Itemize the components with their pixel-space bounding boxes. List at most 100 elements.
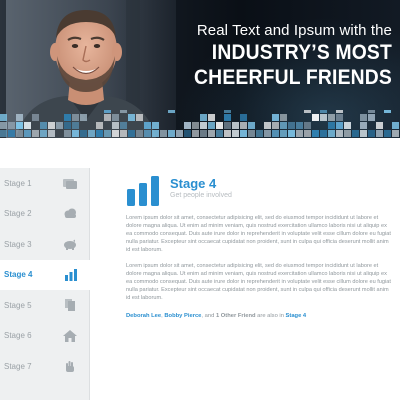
pixel-tile (184, 122, 191, 129)
pixel-tile (128, 114, 135, 121)
hero-banner: Real Text and Ipsum with the INDUSTRY’S … (0, 0, 400, 138)
pixel-tile (64, 130, 71, 137)
hero-headline: Real Text and Ipsum with the INDUSTRY’S … (152, 22, 392, 90)
pixel-tile (232, 122, 239, 129)
friends-tail: are also in (255, 313, 286, 319)
pixel-tile (80, 130, 87, 137)
pixel-tile (328, 114, 335, 121)
pixel-tile (80, 114, 87, 121)
pixel-tile (336, 122, 343, 129)
pixel-tile (360, 130, 367, 137)
stage-link[interactable]: Stage 4 (286, 313, 307, 319)
pixel-tile (136, 130, 143, 137)
pixel-tile (0, 130, 7, 137)
pixel-tile (368, 110, 375, 113)
sidebar-item-stage-7[interactable]: Stage 7 (0, 351, 89, 382)
pixel-tile (224, 130, 231, 137)
documents-icon (63, 299, 77, 312)
pixel-tile (216, 122, 223, 129)
pixel-tile (304, 110, 311, 113)
piggy-bank-icon (63, 238, 77, 250)
pixel-tile (360, 122, 367, 129)
pixel-tile (64, 114, 71, 121)
pixel-tile (40, 122, 47, 129)
pixel-pattern-decoration (0, 110, 399, 137)
pixel-tile (320, 110, 327, 113)
pixel-tile (144, 130, 151, 137)
pixel-tile (104, 130, 111, 137)
pixel-tile (136, 114, 143, 121)
other-friends-count: 1 Other Friend (215, 313, 256, 319)
pixel-tile (224, 110, 231, 113)
pixel-tile (144, 122, 151, 129)
pixel-tile (272, 122, 279, 129)
pixel-tile (64, 122, 71, 129)
sidebar-item-label: Stage 6 (4, 331, 32, 341)
pixel-tile (280, 122, 287, 129)
sidebar-item-stage-2[interactable]: Stage 2 (0, 199, 89, 230)
pixel-tile (224, 122, 231, 129)
pixel-tile (288, 122, 295, 129)
pixel-tile (200, 114, 207, 121)
stage-heading-group: Stage 4 Get people involved (170, 176, 232, 199)
hand-icon (63, 360, 77, 373)
pixel-tile (208, 122, 215, 129)
cards-icon (63, 177, 77, 189)
pixel-tile (128, 130, 135, 137)
stage-header: Stage 4 Get people involved (126, 176, 396, 206)
pixel-tile (88, 130, 95, 137)
friend-link-deborah-lee[interactable]: Deborah Lee (126, 313, 161, 319)
page: Real Text and Ipsum with the INDUSTRY’S … (0, 0, 400, 400)
pixel-tile (24, 122, 31, 129)
pixel-tile (296, 130, 303, 137)
pixel-tile (0, 122, 7, 129)
hero-title-line-1: INDUSTRY’S MOST (211, 41, 392, 64)
pixel-tile (288, 130, 295, 137)
sidebar-item-stage-5[interactable]: Stage 5 (0, 290, 89, 321)
pixel-tile (200, 130, 207, 137)
pixel-tile (304, 122, 311, 129)
pixel-tile (344, 122, 351, 129)
pixel-tile (112, 114, 119, 121)
pixel-tile (160, 130, 167, 137)
sidebar-item-stage-4[interactable]: Stage 4 (0, 259, 90, 290)
hero-title-line-2: CHEERFUL FRIENDS (194, 66, 392, 89)
pixel-tile (280, 114, 287, 121)
pixel-tile (328, 122, 335, 129)
pixel-tile (40, 130, 47, 137)
sidebar-item-label: Stage 7 (4, 361, 32, 371)
pixel-tile (248, 130, 255, 137)
stage-content: Stage 4 Get people involved Lorem ipsum … (126, 176, 396, 319)
pixel-tile (72, 130, 79, 137)
sidebar-item-stage-1[interactable]: Stage 1 (0, 168, 89, 199)
pixel-tile (192, 130, 199, 137)
pixel-tile (8, 130, 15, 137)
pixel-tile (152, 122, 159, 129)
pixel-tile (304, 130, 311, 137)
stage-title: Stage 4 (170, 176, 217, 191)
pixel-tile (24, 130, 31, 137)
pixel-tile (104, 110, 111, 113)
pixel-tile (112, 122, 119, 129)
sidebar-item-stage-6[interactable]: Stage 6 (0, 321, 89, 352)
body-paragraph-2: Lorem ipsum dolor sit amet, consectetur … (126, 263, 391, 301)
bar-chart-icon (126, 176, 160, 206)
pixel-tile (152, 130, 159, 137)
pixel-tile (320, 114, 327, 121)
sidebar-item-stage-3[interactable]: Stage 3 (0, 229, 89, 260)
pixel-tile (32, 130, 39, 137)
pixel-tile (0, 114, 7, 121)
pixel-tile (248, 122, 255, 129)
pixel-tile (120, 122, 127, 129)
pixel-tile (256, 130, 263, 137)
pixel-tile (120, 130, 127, 137)
pixel-tile (392, 130, 399, 137)
pixel-tile (224, 114, 231, 121)
pixel-tile (376, 122, 383, 129)
pixel-tile (232, 130, 239, 137)
pixel-tile (360, 114, 367, 121)
pixel-tile (96, 122, 103, 129)
sidebar-item-label: Stage 5 (4, 300, 32, 310)
pixel-tile (32, 114, 39, 121)
friend-link-bobby-pierce[interactable]: Bobby Pierce (164, 313, 201, 319)
